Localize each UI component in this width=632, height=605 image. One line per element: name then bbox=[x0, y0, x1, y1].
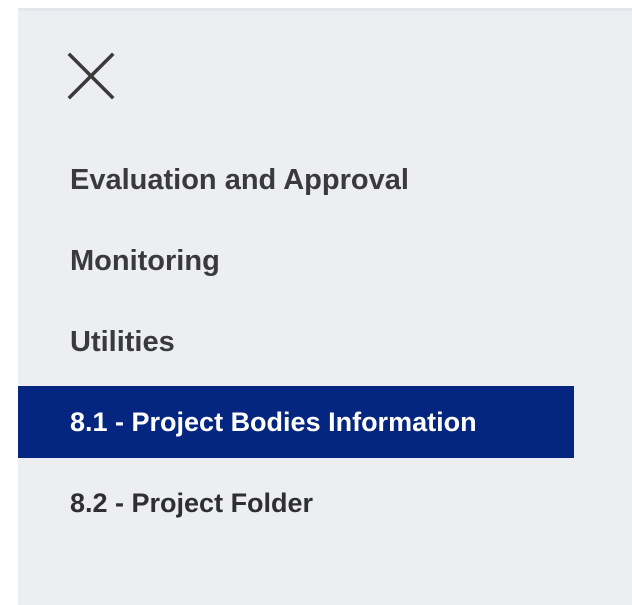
page: Evaluation and Approval Monitoring Utili… bbox=[0, 0, 632, 605]
menu-item-label: Monitoring bbox=[70, 245, 220, 277]
close-button[interactable] bbox=[66, 51, 116, 101]
side-menu-panel: Evaluation and Approval Monitoring Utili… bbox=[18, 8, 632, 605]
menu-item-label: Utilities bbox=[70, 326, 175, 358]
submenu-item-label: 8.2 - Project Folder bbox=[70, 488, 314, 518]
menu-item-label: Evaluation and Approval bbox=[70, 164, 409, 196]
menu-item-utilities[interactable]: Utilities bbox=[18, 321, 632, 363]
menu-item-monitoring[interactable]: Monitoring bbox=[18, 240, 632, 282]
submenu-item-label: 8.1 - Project Bodies Information bbox=[70, 407, 477, 437]
submenu-item-project-bodies-information[interactable]: 8.1 - Project Bodies Information bbox=[18, 386, 574, 458]
submenu-item-project-folder[interactable]: 8.2 - Project Folder bbox=[18, 482, 632, 524]
close-icon bbox=[67, 52, 115, 100]
menu-item-evaluation-and-approval[interactable]: Evaluation and Approval bbox=[18, 159, 632, 201]
nav-menu: Evaluation and Approval Monitoring Utili… bbox=[18, 159, 632, 563]
